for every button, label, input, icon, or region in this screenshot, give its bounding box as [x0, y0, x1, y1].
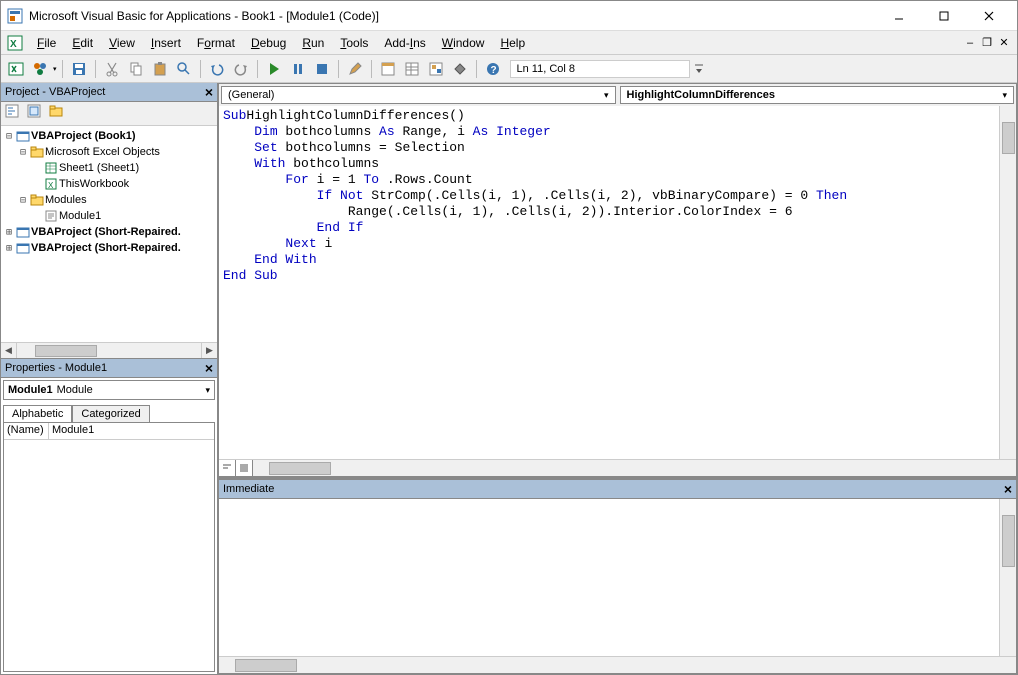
cursor-position-status: Ln 11, Col 8	[510, 60, 690, 78]
properties-object-combo[interactable]: Module1 Module ▾	[3, 380, 215, 400]
project-panel-close-button[interactable]: ×	[205, 84, 213, 100]
tree-project-2[interactable]: VBAProject (Short-Repaired.	[31, 226, 181, 238]
help-icon[interactable]: ?	[482, 58, 504, 80]
code-hscroll[interactable]	[253, 460, 1016, 476]
chevron-down-icon: ▾	[205, 385, 210, 396]
properties-window-icon[interactable]	[401, 58, 423, 80]
menu-add-ins[interactable]: Add-Ins	[376, 33, 433, 53]
worksheet-icon	[43, 161, 59, 175]
menu-debug[interactable]: Debug	[243, 33, 294, 53]
properties-grid[interactable]: (Name) Module1	[3, 422, 215, 672]
project-icon	[15, 225, 31, 239]
immediate-panel-close-button[interactable]: ×	[1004, 481, 1012, 497]
menu-format[interactable]: Format	[189, 33, 243, 53]
mdi-minimize-button[interactable]: –	[963, 36, 977, 50]
mdi-close-button[interactable]: ✕	[997, 36, 1011, 50]
view-code-icon[interactable]	[5, 104, 25, 124]
tab-alphabetic[interactable]: Alphabetic	[3, 405, 72, 422]
vba-app-icon	[7, 8, 23, 24]
project-tree-hscroll[interactable]: ◀▶	[1, 342, 217, 358]
paste-icon[interactable]	[149, 58, 171, 80]
svg-text:X: X	[48, 181, 54, 190]
copy-icon[interactable]	[125, 58, 147, 80]
module-icon	[43, 209, 59, 223]
procedure-view-button[interactable]	[219, 460, 236, 476]
find-icon[interactable]	[173, 58, 195, 80]
properties-panel-title: Properties - Module1	[5, 362, 107, 374]
property-name-cell: (Name)	[4, 423, 49, 440]
mdi-restore-button[interactable]: ❐	[980, 36, 994, 50]
chevron-down-icon: ▾	[1002, 90, 1007, 101]
toolbox-icon[interactable]	[449, 58, 471, 80]
menu-edit[interactable]: Edit	[64, 33, 101, 53]
cut-icon[interactable]	[101, 58, 123, 80]
menu-insert[interactable]: Insert	[143, 33, 189, 53]
menu-window[interactable]: Window	[434, 33, 493, 53]
svg-text:X: X	[10, 39, 17, 50]
immediate-textarea[interactable]	[219, 499, 999, 656]
design-mode-icon[interactable]	[344, 58, 366, 80]
code-vscroll[interactable]	[999, 106, 1016, 459]
folder-icon	[29, 145, 45, 159]
project-tree[interactable]: ⊟VBAProject (Book1) ⊟Microsoft Excel Obj…	[1, 126, 217, 342]
immediate-vscroll[interactable]	[999, 499, 1016, 656]
project-toolbar	[1, 102, 217, 126]
object-combo[interactable]: (General)▾	[221, 86, 616, 104]
menu-bar: X FileEditViewInsertFormatDebugRunToolsA…	[1, 31, 1017, 55]
window-title: Microsoft Visual Basic for Applications …	[29, 9, 876, 23]
toggle-folders-icon[interactable]	[49, 104, 69, 124]
object-browser-icon[interactable]	[425, 58, 447, 80]
project-icon	[15, 241, 31, 255]
redo-icon[interactable]	[230, 58, 252, 80]
tree-module1[interactable]: Module1	[59, 210, 101, 222]
immediate-panel-title: Immediate	[223, 483, 274, 495]
folder-icon	[29, 193, 45, 207]
break-icon[interactable]	[287, 58, 309, 80]
properties-panel-close-button[interactable]: ×	[205, 360, 213, 376]
excel-mdi-icon[interactable]: X	[7, 35, 23, 51]
save-icon[interactable]	[68, 58, 90, 80]
property-value-cell[interactable]: Module1	[49, 423, 214, 440]
project-panel-header: Project - VBAProject ×	[1, 83, 217, 102]
undo-icon[interactable]	[206, 58, 228, 80]
immediate-hscroll[interactable]	[219, 657, 1016, 673]
tree-project-3[interactable]: VBAProject (Short-Repaired.	[31, 242, 181, 254]
tree-modules[interactable]: Modules	[45, 194, 87, 206]
project-panel-title: Project - VBAProject	[5, 86, 105, 98]
view-excel-icon[interactable]	[5, 58, 27, 80]
code-editor-textarea[interactable]: SubHighlightColumnDifferences() Dim both…	[219, 106, 999, 459]
tree-sheet1[interactable]: Sheet1 (Sheet1)	[59, 162, 139, 174]
insert-dropdown-icon[interactable]	[29, 58, 51, 80]
project-icon	[15, 129, 31, 143]
window-close-button[interactable]	[966, 5, 1011, 27]
tab-categorized[interactable]: Categorized	[72, 405, 149, 422]
procedure-combo[interactable]: HighlightColumnDifferences▾	[620, 86, 1015, 104]
toolbar-dropdown-icon[interactable]	[692, 58, 706, 80]
properties-panel-header: Properties - Module1 ×	[1, 359, 217, 378]
title-bar: Microsoft Visual Basic for Applications …	[1, 1, 1017, 31]
project-explorer-icon[interactable]	[377, 58, 399, 80]
menu-view[interactable]: View	[101, 33, 143, 53]
svg-text:?: ?	[490, 65, 496, 76]
tree-thisworkbook[interactable]: ThisWorkbook	[59, 178, 129, 190]
window-minimize-button[interactable]	[876, 5, 921, 27]
menu-file[interactable]: File	[29, 33, 64, 53]
tree-excel-objects[interactable]: Microsoft Excel Objects	[45, 146, 160, 158]
chevron-down-icon: ▾	[604, 90, 609, 101]
standard-toolbar: ▾ ? Ln 11, Col 8	[1, 55, 1017, 83]
view-object-icon[interactable]	[27, 104, 47, 124]
menu-help[interactable]: Help	[492, 33, 533, 53]
menu-run[interactable]: Run	[294, 33, 332, 53]
immediate-panel-header: Immediate ×	[219, 480, 1016, 499]
full-module-view-button[interactable]	[236, 460, 253, 476]
window-maximize-button[interactable]	[921, 5, 966, 27]
tree-project-book1[interactable]: VBAProject (Book1)	[31, 130, 136, 142]
reset-icon[interactable]	[311, 58, 333, 80]
workbook-icon: X	[43, 177, 59, 191]
code-window: (General)▾ HighlightColumnDifferences▾ S…	[219, 84, 1016, 476]
menu-tools[interactable]: Tools	[332, 33, 376, 53]
run-icon[interactable]	[263, 58, 285, 80]
